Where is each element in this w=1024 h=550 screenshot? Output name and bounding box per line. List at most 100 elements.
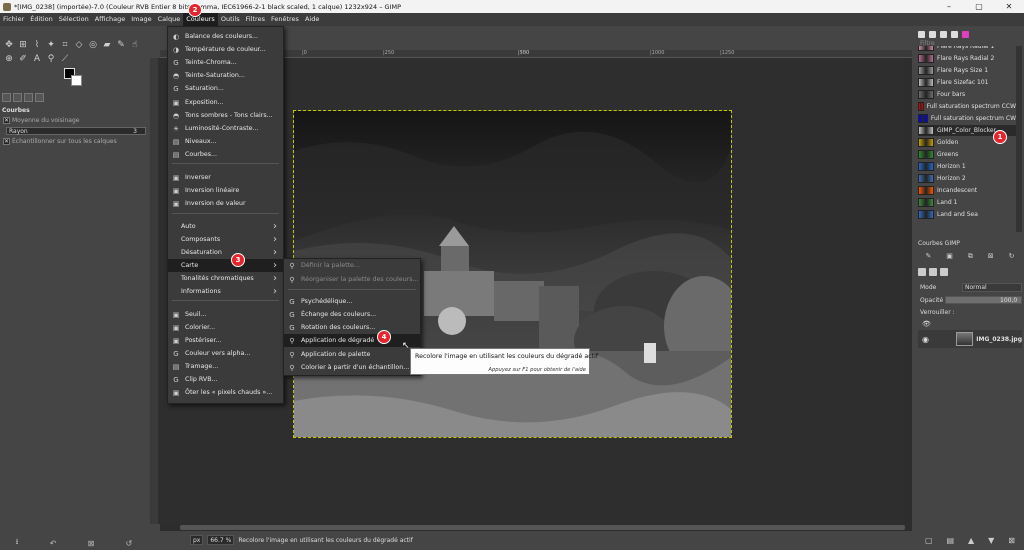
- menu-fenetres[interactable]: Fenêtres: [268, 13, 302, 26]
- zoom-selector[interactable]: 66.7 %: [207, 535, 235, 545]
- gradient-item[interactable]: Four bars: [918, 89, 1016, 100]
- colors-menu-item[interactable]: ▣ Postériser...: [168, 334, 283, 347]
- gradient-item[interactable]: Incandescent: [918, 185, 1016, 196]
- colors-menu-item[interactable]: ▣ Seuil...: [168, 308, 283, 321]
- colors-menu-item[interactable]: G Saturation...: [168, 82, 283, 95]
- refresh-gradients-icon[interactable]: ↻: [1009, 252, 1015, 262]
- gradient-item[interactable]: Flare Rays Radial 2: [918, 53, 1016, 64]
- gradient-item[interactable]: Flare Sizefac 101: [918, 77, 1016, 88]
- colors-menu-item[interactable]: G Couleur vers alpha...: [168, 347, 283, 360]
- colors-menu-item[interactable]: Désaturation: [168, 246, 283, 259]
- color-picker-icon[interactable]: ⚲: [46, 54, 56, 64]
- layers-tab-icon[interactable]: [918, 268, 926, 276]
- colors-menu-item[interactable]: ◓ Teinte-Saturation...: [168, 69, 283, 82]
- gradient-item[interactable]: Horizon 2: [918, 173, 1016, 184]
- minimize-button[interactable]: –: [934, 0, 964, 13]
- colors-menu-item[interactable]: ▣ Inversion de valeur: [168, 197, 283, 210]
- colors-menu-item[interactable]: ▣ Ôter les « pixels chauds »...: [168, 386, 283, 399]
- align-tool-icon[interactable]: ⊞: [18, 40, 28, 50]
- gradient-item[interactable]: Land 1: [918, 197, 1016, 208]
- colors-menu-item[interactable]: G Clip RVB...: [168, 373, 283, 386]
- move-tool-icon[interactable]: ✥: [4, 40, 14, 50]
- background-color-swatch[interactable]: [71, 75, 82, 86]
- colors-menu-item[interactable]: ▣ Inversion linéaire: [168, 184, 283, 197]
- vertical-scrollbar[interactable]: [905, 58, 912, 524]
- menu-edition[interactable]: Édition: [27, 13, 56, 26]
- restore-options-icon[interactable]: ↶: [50, 539, 57, 548]
- colors-menu-item[interactable]: Carte: [168, 259, 283, 272]
- raise-layer-icon[interactable]: ▲: [968, 536, 974, 545]
- colors-menu-item[interactable]: Auto: [168, 220, 283, 233]
- colors-menu-item[interactable]: ◑ Température de couleur...: [168, 43, 283, 56]
- warp-tool-icon[interactable]: ◎: [88, 40, 98, 50]
- paintbrush-icon[interactable]: ✎: [116, 40, 126, 50]
- paths-tab-icon[interactable]: [940, 268, 948, 276]
- colors-menu-item[interactable]: ▣ Colorier...: [168, 321, 283, 334]
- map-menu-item[interactable]: ⚲ Application de dégradé: [284, 334, 420, 347]
- colors-menu-item[interactable]: ▤ Courbes...: [168, 148, 283, 161]
- colors-menu-item[interactable]: ▤ Tramage...: [168, 360, 283, 373]
- gradient-item[interactable]: Land and Sea: [918, 209, 1016, 220]
- lower-layer-icon[interactable]: ▼: [988, 536, 994, 545]
- gradient-item[interactable]: Horizon 1: [918, 161, 1016, 172]
- delete-gradient-icon[interactable]: ⊠: [988, 252, 994, 262]
- gradient-item[interactable]: Flare Rays Radial 1: [918, 46, 1016, 52]
- colors-menu-item[interactable]: ◓ Tons sombres - Tons clairs...: [168, 109, 283, 122]
- edit-gradient-icon[interactable]: ✎: [925, 252, 931, 262]
- active-gradient-label[interactable]: Courbes GIMP: [918, 240, 1022, 250]
- gradient-item[interactable]: Full saturation spectrum CCW: [918, 101, 1016, 112]
- layer-visibility-icon[interactable]: ◉: [922, 335, 929, 344]
- map-menu-item[interactable]: G Psychédélique...: [284, 295, 420, 308]
- device-status-tab-icon[interactable]: [13, 93, 22, 102]
- new-layer-icon[interactable]: ▢: [925, 536, 933, 545]
- menu-filtres[interactable]: Filtres: [243, 13, 268, 26]
- colors-menu-item[interactable]: ◐ Balance des couleurs...: [168, 30, 283, 43]
- maximize-button[interactable]: ▢: [964, 0, 994, 13]
- gradient-item[interactable]: Full saturation spectrum CW: [918, 113, 1016, 124]
- fuzzy-select-icon[interactable]: ✦: [46, 40, 56, 50]
- map-menu-item[interactable]: ⚲ Application de palette: [284, 348, 420, 361]
- layer-row[interactable]: ◉ IMG_0238.jpg: [918, 330, 1022, 348]
- menu-image[interactable]: Image: [128, 13, 154, 26]
- colors-menu-item[interactable]: G Teinte-Chroma...: [168, 56, 283, 69]
- lasso-tool-icon[interactable]: ⌇: [32, 40, 42, 50]
- text-tool-icon[interactable]: A: [32, 54, 42, 64]
- layer-name[interactable]: IMG_0238.jpg: [976, 336, 1022, 343]
- crop-tool-icon[interactable]: ⌗: [60, 40, 70, 50]
- menu-calque[interactable]: Calque: [155, 13, 184, 26]
- path-tool-icon[interactable]: ✐: [18, 54, 28, 64]
- layer-mode-select[interactable]: Normal: [962, 283, 1022, 292]
- gradient-item[interactable]: Greens: [918, 149, 1016, 160]
- gradients-tab-icon[interactable]: [962, 31, 969, 38]
- colors-menu-item[interactable]: ☀ Luminosité-Contraste...: [168, 122, 283, 135]
- colors-menu-item[interactable]: Composants: [168, 233, 283, 246]
- delete-options-icon[interactable]: ⊠: [88, 539, 95, 548]
- menu-fichier[interactable]: Fichier: [0, 13, 27, 26]
- channels-tab-icon[interactable]: [929, 268, 937, 276]
- duplicate-gradient-icon[interactable]: ⧉: [968, 252, 973, 262]
- new-group-icon[interactable]: ▤: [947, 536, 955, 545]
- map-menu-item[interactable]: G Rotation des couleurs...: [284, 321, 420, 334]
- menu-aide[interactable]: Aide: [302, 13, 322, 26]
- fonts-tab-icon[interactable]: [940, 31, 947, 38]
- sample-merged-checkbox[interactable]: ✕: [3, 138, 10, 145]
- menu-selection[interactable]: Sélection: [56, 13, 92, 26]
- reset-options-icon[interactable]: ↺: [126, 539, 133, 548]
- menu-affichage[interactable]: Affichage: [92, 13, 129, 26]
- unified-transform-icon[interactable]: ◇: [74, 40, 84, 50]
- save-options-icon[interactable]: ⭳: [16, 536, 19, 550]
- horizontal-scrollbar-thumb[interactable]: [180, 525, 905, 530]
- colors-menu-item[interactable]: ▤ Niveaux...: [168, 135, 283, 148]
- measure-tool-icon[interactable]: ⟋: [60, 54, 70, 64]
- average-checkbox[interactable]: ✕: [3, 117, 10, 124]
- close-button[interactable]: ✕: [994, 0, 1024, 13]
- colors-menu-item[interactable]: ▣ Inverser: [168, 171, 283, 184]
- map-menu-item[interactable]: ⚲ Colorier à partir d'un échantillon...: [284, 361, 420, 374]
- radius-field[interactable]: Rayon 3: [6, 127, 146, 135]
- delete-layer-icon[interactable]: ⊠: [1008, 536, 1015, 545]
- gradient-list-scrollbar[interactable]: [1016, 46, 1022, 232]
- colors-menu-item[interactable]: Informations: [168, 285, 283, 298]
- menu-couleurs[interactable]: Couleurs: [183, 13, 218, 26]
- palettes-tab-icon[interactable]: [951, 31, 958, 38]
- images-tab-icon[interactable]: [35, 93, 44, 102]
